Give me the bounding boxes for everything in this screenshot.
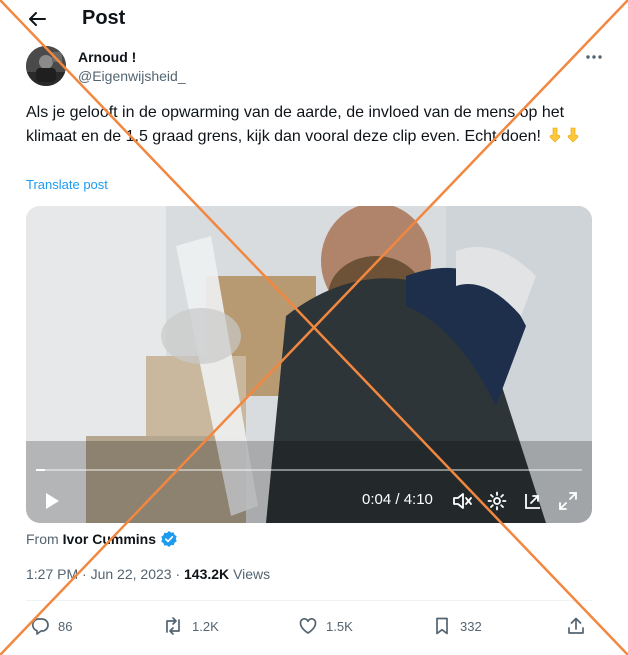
more-options-icon[interactable] bbox=[582, 48, 606, 66]
attribution-prefix: From bbox=[26, 531, 59, 547]
repost-count: 1.2K bbox=[192, 618, 219, 634]
bookmark-icon bbox=[436, 617, 448, 635]
video-progress-bar[interactable] bbox=[36, 469, 582, 471]
settings-gear-icon[interactable] bbox=[485, 489, 509, 513]
reply-count: 86 bbox=[58, 618, 73, 634]
post-text-body: Als je gelooft in de opwarming van de aa… bbox=[26, 104, 565, 145]
views-label: Views bbox=[233, 566, 271, 582]
video-attribution: From Ivor Cummins bbox=[26, 530, 178, 548]
post-time[interactable]: 1:27 PM bbox=[26, 566, 78, 582]
avatar[interactable] bbox=[26, 46, 66, 86]
repost-icon bbox=[166, 617, 180, 635]
fullscreen-icon[interactable] bbox=[556, 489, 580, 513]
meta-dot-2: · bbox=[175, 566, 181, 582]
author-handle[interactable]: @Eigenwijsheid_ bbox=[78, 68, 186, 84]
post-text: Als je gelooft in de opwarming van de aa… bbox=[26, 101, 596, 149]
back-arrow-icon[interactable] bbox=[24, 6, 50, 32]
action-bar: 86 1.2K 1.5K 332 bbox=[26, 612, 596, 640]
share-icon bbox=[568, 617, 584, 634]
repost-button[interactable]: 1.2K bbox=[162, 612, 219, 640]
bookmark-count: 332 bbox=[460, 618, 482, 634]
video-progress-fill bbox=[36, 469, 45, 471]
video-time-display: 0:04 / 4:10 bbox=[362, 491, 433, 508]
video-frame bbox=[26, 206, 592, 523]
pointing-down-emoji bbox=[565, 127, 581, 143]
pointing-down-emoji bbox=[547, 127, 563, 143]
author-display-name[interactable]: Arnoud ! bbox=[78, 49, 136, 65]
picture-in-picture-icon[interactable] bbox=[521, 489, 545, 513]
top-bar: Post bbox=[0, 0, 628, 38]
reply-button[interactable]: 86 bbox=[30, 612, 72, 640]
like-button[interactable]: 1.5K bbox=[298, 612, 353, 640]
share-button[interactable] bbox=[566, 612, 594, 640]
views-count: 143.2K bbox=[184, 566, 230, 582]
post-date[interactable]: Jun 22, 2023 bbox=[91, 566, 172, 582]
heart-icon bbox=[299, 617, 317, 634]
author-row: Arnoud ! @Eigenwijsheid_ bbox=[26, 46, 606, 88]
bookmark-button[interactable]: 332 bbox=[432, 612, 482, 640]
verified-badge-icon bbox=[160, 530, 178, 548]
page-title: Post bbox=[82, 7, 126, 29]
like-count: 1.5K bbox=[326, 618, 353, 634]
translate-post-link[interactable]: Translate post bbox=[26, 177, 108, 192]
divider bbox=[26, 600, 592, 601]
reply-icon bbox=[31, 618, 49, 635]
play-icon[interactable] bbox=[40, 490, 62, 512]
meta-dot: · bbox=[82, 566, 87, 582]
post-meta: 1:27 PM · Jun 22, 2023 · 143.2K Views bbox=[26, 566, 270, 582]
video-player[interactable]: 0:04 / 4:10 bbox=[26, 206, 592, 523]
attribution-source-name[interactable]: Ivor Cummins bbox=[63, 531, 156, 547]
mute-icon[interactable] bbox=[450, 489, 474, 513]
